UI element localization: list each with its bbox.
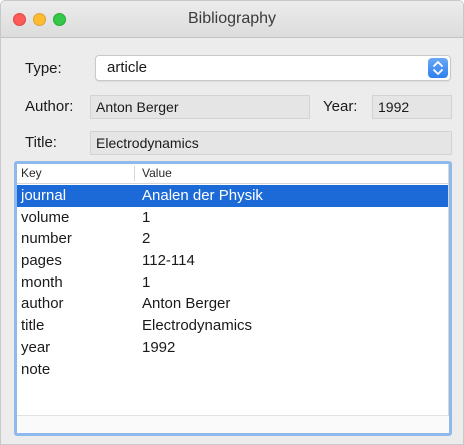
key-cell: number: [21, 230, 72, 248]
bibliography-window: Bibliography Type: article Author: Anton…: [0, 0, 464, 445]
author-label: Author:: [25, 98, 74, 115]
key-cell: note: [21, 360, 51, 378]
table-row[interactable]: pages 112-114: [17, 250, 448, 272]
key-cell: volume: [21, 208, 70, 226]
value-cell[interactable]: 2: [142, 230, 150, 247]
table-footer: [17, 415, 449, 433]
title-label: Title:: [25, 134, 57, 151]
table-body: journal Analen der Physik volume 1 number 2 pa…: [17, 185, 448, 380]
key-cell: pages: [21, 252, 62, 270]
key-value-table[interactable]: Key Value journal Analen der Physik volume…: [14, 161, 452, 436]
table-row[interactable]: month 1: [17, 272, 448, 294]
value-cell[interactable]: Analen der Physik: [142, 187, 263, 204]
title-field[interactable]: Electrodynamics: [90, 131, 452, 155]
key-cell: title: [21, 317, 45, 335]
year-field[interactable]: 1992: [372, 95, 452, 119]
value-cell[interactable]: 1992: [142, 339, 175, 356]
key-cell: author: [21, 295, 64, 313]
table-row[interactable]: journal Analen der Physik: [17, 185, 448, 207]
value-cell[interactable]: 112-114: [142, 252, 195, 269]
table-viewport: Key Value journal Analen der Physik volume…: [17, 164, 449, 433]
column-divider[interactable]: [134, 166, 135, 181]
table-row[interactable]: number 2: [17, 228, 448, 250]
type-label: Type:: [25, 60, 62, 77]
table-header: Key Value: [17, 164, 448, 184]
value-cell[interactable]: 1: [142, 209, 150, 226]
type-popup[interactable]: article: [95, 55, 451, 81]
type-value: article: [107, 59, 148, 76]
year-label: Year:: [323, 98, 358, 115]
value-cell[interactable]: Anton Berger: [142, 295, 230, 312]
key-cell: year: [21, 338, 51, 356]
value-cell[interactable]: 1: [142, 274, 150, 291]
key-cell: month: [21, 273, 63, 291]
column-header-value[interactable]: Value: [142, 166, 172, 180]
table-row[interactable]: author Anton Berger: [17, 293, 448, 315]
window-title: Bibliography: [187, 10, 277, 27]
author-field[interactable]: Anton Berger: [90, 95, 310, 119]
column-header-key[interactable]: Key: [21, 166, 42, 180]
key-cell: journal: [21, 187, 67, 204]
table-row[interactable]: note: [17, 359, 448, 381]
table-row[interactable]: year 1992: [17, 337, 448, 359]
title-bar[interactable]: Bibliography: [1, 1, 463, 38]
value-cell[interactable]: Electrodynamics: [142, 317, 252, 334]
table-row[interactable]: volume 1: [17, 207, 448, 229]
table-row[interactable]: title Electrodynamics: [17, 315, 448, 337]
popup-chevron-icon: [428, 58, 448, 78]
